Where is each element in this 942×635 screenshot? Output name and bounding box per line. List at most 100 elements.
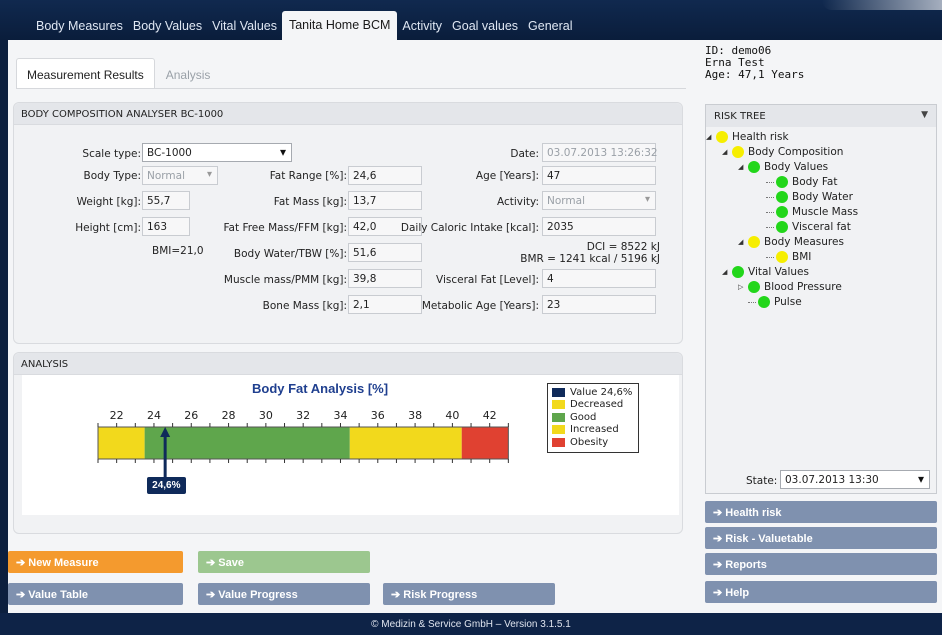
value-marker-label: 24,6% bbox=[147, 477, 186, 494]
visceral-fat-label: Visceral Fat [Level]: bbox=[436, 274, 539, 286]
tab-activity[interactable]: Activity bbox=[397, 12, 447, 40]
collapse-icon[interactable]: ▼ bbox=[921, 110, 928, 120]
tree-node-body-composition[interactable]: ◢ Body Composition bbox=[722, 146, 843, 158]
tree-node-label: Muscle Mass bbox=[792, 206, 859, 218]
save-button[interactable]: ➔ Save bbox=[198, 551, 370, 573]
tree-node-muscle-mass[interactable]: Muscle Mass bbox=[766, 206, 858, 218]
status-dot-icon bbox=[748, 281, 760, 293]
tree-node-vital-values[interactable]: ◢ Vital Values bbox=[722, 266, 809, 278]
dci-label: Daily Caloric Intake [kcal]: bbox=[400, 222, 539, 234]
new-measure-button[interactable]: ➔ New Measure bbox=[8, 551, 183, 573]
tree-node-bmi[interactable]: BMI bbox=[766, 251, 811, 263]
tree-node-label: Vital Values bbox=[748, 266, 809, 278]
state-select[interactable]: 03.07.2013 13:30 bbox=[780, 470, 930, 489]
tree-node-label: BMI bbox=[792, 251, 812, 263]
tree-node-label: Pulse bbox=[774, 296, 802, 308]
dci-field[interactable]: 2035 bbox=[542, 217, 656, 236]
fat-range-field[interactable]: 24,6 bbox=[348, 166, 422, 185]
segment-decreased bbox=[98, 427, 145, 459]
tick-label: 30 bbox=[259, 409, 273, 422]
tab-goal-values[interactable]: Goal values bbox=[447, 12, 523, 40]
value-progress-button[interactable]: ➔ Value Progress bbox=[198, 583, 370, 605]
tree-connector bbox=[766, 196, 774, 198]
tree-node-body-values[interactable]: ◢ Body Values bbox=[738, 161, 828, 173]
risk-valuetable-button[interactable]: ➔ Risk - Valuetable bbox=[705, 527, 937, 549]
tab-body-measures[interactable]: Body Measures bbox=[31, 12, 128, 40]
arrow-icon: ➔ bbox=[16, 557, 29, 569]
legend-label: Decreased bbox=[570, 399, 624, 411]
help-button[interactable]: ➔ Help bbox=[705, 581, 937, 603]
tree-node-label: Body Measures bbox=[764, 236, 844, 248]
help-label: Help bbox=[725, 587, 750, 599]
tree-node-body-fat[interactable]: Body Fat bbox=[766, 176, 837, 188]
legend-label: Value 24,6% bbox=[570, 386, 633, 398]
visceral-fat-field[interactable]: 4 bbox=[542, 269, 656, 288]
footer: © Medizin & Service GmbH – Version 3.1.5… bbox=[0, 613, 942, 635]
body-composition-panel: BODY COMPOSITION ANALYSER BC-1000 Scale … bbox=[13, 102, 683, 344]
tbw-field[interactable]: 51,6 bbox=[348, 243, 422, 262]
weight-field[interactable]: 55,7 bbox=[142, 191, 190, 210]
status-dot-icon bbox=[748, 236, 760, 248]
status-dot-icon bbox=[776, 251, 788, 263]
expand-icon[interactable]: ◢ bbox=[706, 133, 716, 141]
tree-node-pulse[interactable]: Pulse bbox=[748, 296, 802, 308]
tab-body-values[interactable]: Body Values bbox=[128, 12, 207, 40]
tab-measurement-results[interactable]: Measurement Results bbox=[16, 58, 155, 88]
tick-label: 22 bbox=[110, 409, 124, 422]
arrow-icon: ➔ bbox=[713, 587, 726, 599]
arrow-icon: ➔ bbox=[16, 589, 29, 601]
risk-tree-title: RISK TREE bbox=[714, 111, 766, 122]
arrow-icon: ➔ bbox=[713, 533, 726, 545]
tick-label: 38 bbox=[408, 409, 422, 422]
risk-tree-panel: RISK TREE ▼ ◢ Health risk ◢ Body Compositio… bbox=[705, 104, 937, 494]
health-risk-button[interactable]: ➔ Health risk bbox=[705, 501, 937, 523]
value-table-button[interactable]: ➔ Value Table bbox=[8, 583, 183, 605]
tree-node-body-measures[interactable]: ◢ Body Measures bbox=[738, 236, 844, 248]
expand-icon[interactable]: ◢ bbox=[738, 238, 748, 246]
dci-kj-text: DCI = 8522 kJ bbox=[586, 241, 660, 253]
reports-label: Reports bbox=[725, 559, 767, 571]
tab-general[interactable]: General bbox=[523, 12, 577, 40]
height-field[interactable]: 163 bbox=[142, 217, 190, 236]
bmi-text: BMI=21,0 bbox=[152, 245, 204, 257]
height-label: Height [cm]: bbox=[75, 222, 141, 234]
expand-icon[interactable]: ▷ bbox=[738, 283, 748, 291]
corner-decoration bbox=[822, 0, 942, 10]
tab-analysis[interactable]: Analysis bbox=[155, 58, 222, 88]
risk-tree-header[interactable]: RISK TREE ▼ bbox=[706, 105, 936, 127]
body-type-select[interactable]: Normal bbox=[142, 166, 218, 185]
arrow-icon: ➔ bbox=[391, 589, 404, 601]
age-field[interactable]: 47 bbox=[542, 166, 656, 185]
expand-icon[interactable]: ◢ bbox=[738, 163, 748, 171]
main-nav-tabs: Body Measures Body Values Vital Values T… bbox=[31, 11, 578, 40]
tree-node-label: Health risk bbox=[732, 131, 789, 143]
fat-mass-field[interactable]: 13,7 bbox=[348, 191, 422, 210]
value-table-label: Value Table bbox=[28, 589, 88, 601]
tree-node-blood-pressure[interactable]: ▷ Blood Pressure bbox=[738, 281, 842, 293]
scale-type-select[interactable]: BC-1000 bbox=[142, 143, 292, 162]
segment-good bbox=[144, 427, 350, 459]
metabolic-age-field[interactable]: 23 bbox=[542, 295, 656, 314]
expand-icon[interactable]: ◢ bbox=[722, 268, 732, 276]
legend-item: Increased bbox=[552, 424, 634, 437]
status-dot-icon bbox=[758, 296, 770, 308]
tree-node-health-risk[interactable]: ◢ Health risk bbox=[706, 131, 789, 143]
bmr-text: BMR = 1241 kcal / 5196 kJ bbox=[520, 253, 660, 265]
expand-icon[interactable]: ◢ bbox=[722, 148, 732, 156]
tree-node-visceral-fat[interactable]: Visceral fat bbox=[766, 221, 851, 233]
legend-item: Good bbox=[552, 411, 634, 424]
bone-mass-field[interactable]: 2,1 bbox=[348, 295, 422, 314]
reports-button[interactable]: ➔ Reports bbox=[705, 553, 937, 575]
tab-tanita-home-bcm[interactable]: Tanita Home BCM bbox=[281, 11, 398, 40]
legend-label: Good bbox=[570, 411, 597, 423]
scale-type-label: Scale type: bbox=[82, 148, 141, 160]
tab-vital-values[interactable]: Vital Values bbox=[207, 12, 282, 40]
tree-node-body-water[interactable]: Body Water bbox=[766, 191, 853, 203]
patient-info: ID: demo06 Erna Test Age: 47,1 Years bbox=[705, 45, 804, 81]
date-field[interactable]: 03.07.2013 13:26:32 bbox=[542, 143, 658, 162]
pmm-field[interactable]: 39,8 bbox=[348, 269, 422, 288]
risk-progress-button[interactable]: ➔ Risk Progress bbox=[383, 583, 555, 605]
patient-age: Age: 47,1 Years bbox=[705, 68, 805, 81]
activity-select[interactable]: Normal bbox=[542, 191, 656, 210]
tree-node-label: Body Water bbox=[792, 191, 853, 203]
